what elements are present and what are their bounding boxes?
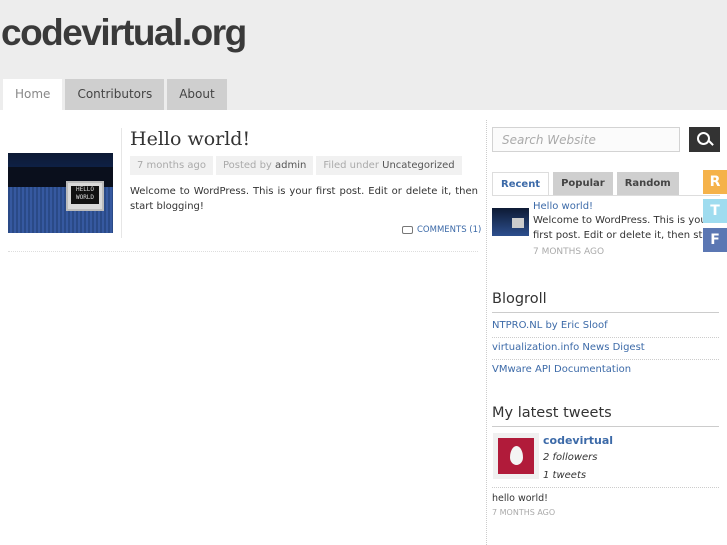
posted-by-label: Posted by	[222, 160, 272, 171]
nav-contributors[interactable]: Contributors	[65, 79, 165, 110]
blogroll-underline	[492, 312, 719, 313]
tweets-underline	[492, 426, 719, 427]
blogroll-link-virtualization[interactable]: virtualization.info News Digest	[492, 342, 645, 353]
tab-random[interactable]: Random	[616, 172, 679, 195]
post-divider	[121, 128, 122, 238]
search-button[interactable]	[689, 127, 720, 152]
thumbnail-screen-text: HELLO WORLD	[71, 186, 99, 204]
filed-under-label: Filed under	[323, 160, 379, 171]
twitter-button[interactable]: T	[703, 199, 727, 223]
tweet-date: 7 MONTHS AGO	[492, 508, 556, 517]
post-meta: 7 months ago Posted by admin Filed under…	[130, 156, 465, 175]
post-separator	[8, 251, 478, 252]
post-author[interactable]: admin	[275, 160, 306, 171]
column-separator	[486, 120, 487, 545]
post-category[interactable]: Uncategorized	[382, 160, 454, 171]
recent-post-excerpt: Welcome to WordPress. This is your first…	[533, 215, 717, 241]
nav-about[interactable]: About	[167, 79, 227, 110]
tweet-divider	[492, 487, 719, 488]
twitter-username[interactable]: codevirtual	[543, 434, 613, 447]
post-age: 7 months ago	[130, 156, 213, 175]
blogroll-link-vmware[interactable]: VMware API Documentation	[492, 364, 631, 375]
post-thumbnail[interactable]: HELLO WORLD	[8, 153, 113, 233]
thumbnail-monitor: HELLO WORLD	[66, 181, 104, 211]
egg-icon	[510, 446, 523, 465]
tabs-underline	[492, 195, 720, 196]
tweet-text: hello world!	[492, 493, 548, 504]
post-excerpt: Welcome to WordPress. This is your first…	[130, 186, 478, 212]
tweets-heading: My latest tweets	[492, 405, 612, 421]
comments-link[interactable]: COMMENTS (1)	[402, 225, 481, 235]
post-title[interactable]: Hello world!	[130, 128, 250, 150]
comment-icon	[402, 226, 413, 234]
search-icon-handle	[708, 140, 714, 146]
rss-button[interactable]: R	[703, 170, 727, 194]
sidebar-tabs: Recent Popular Random	[492, 172, 683, 196]
twitter-followers: 2 followers	[543, 452, 598, 463]
post-author-box: Posted by admin	[215, 156, 314, 175]
recent-thumb-monitor	[512, 218, 524, 228]
comments-label: COMMENTS (1)	[417, 225, 482, 235]
blogroll-link-ntpro[interactable]: NTPRO.NL by Eric Sloof	[492, 320, 608, 331]
post-category-box: Filed under Uncategorized	[316, 156, 462, 175]
blogroll-divider	[492, 359, 719, 360]
twitter-tweet-count: 1 tweets	[543, 470, 587, 481]
avatar-background	[498, 438, 534, 474]
recent-post-title[interactable]: Hello world!	[533, 201, 593, 212]
recent-post-thumbnail[interactable]	[492, 208, 529, 236]
blogroll-heading: Blogroll	[492, 291, 547, 307]
search-icon	[697, 132, 710, 145]
avatar[interactable]	[493, 433, 539, 479]
main-nav: Home Contributors About	[3, 79, 230, 110]
site-title[interactable]: codevirtual.org	[1, 12, 247, 54]
blogroll-divider	[492, 337, 719, 338]
tab-recent[interactable]: Recent	[492, 172, 550, 196]
nav-home[interactable]: Home	[3, 79, 63, 110]
tab-popular[interactable]: Popular	[553, 172, 613, 195]
facebook-button[interactable]: F	[703, 228, 727, 252]
recent-post-date: 7 MONTHS AGO	[533, 247, 605, 257]
search-input[interactable]: Search Website	[492, 127, 680, 152]
